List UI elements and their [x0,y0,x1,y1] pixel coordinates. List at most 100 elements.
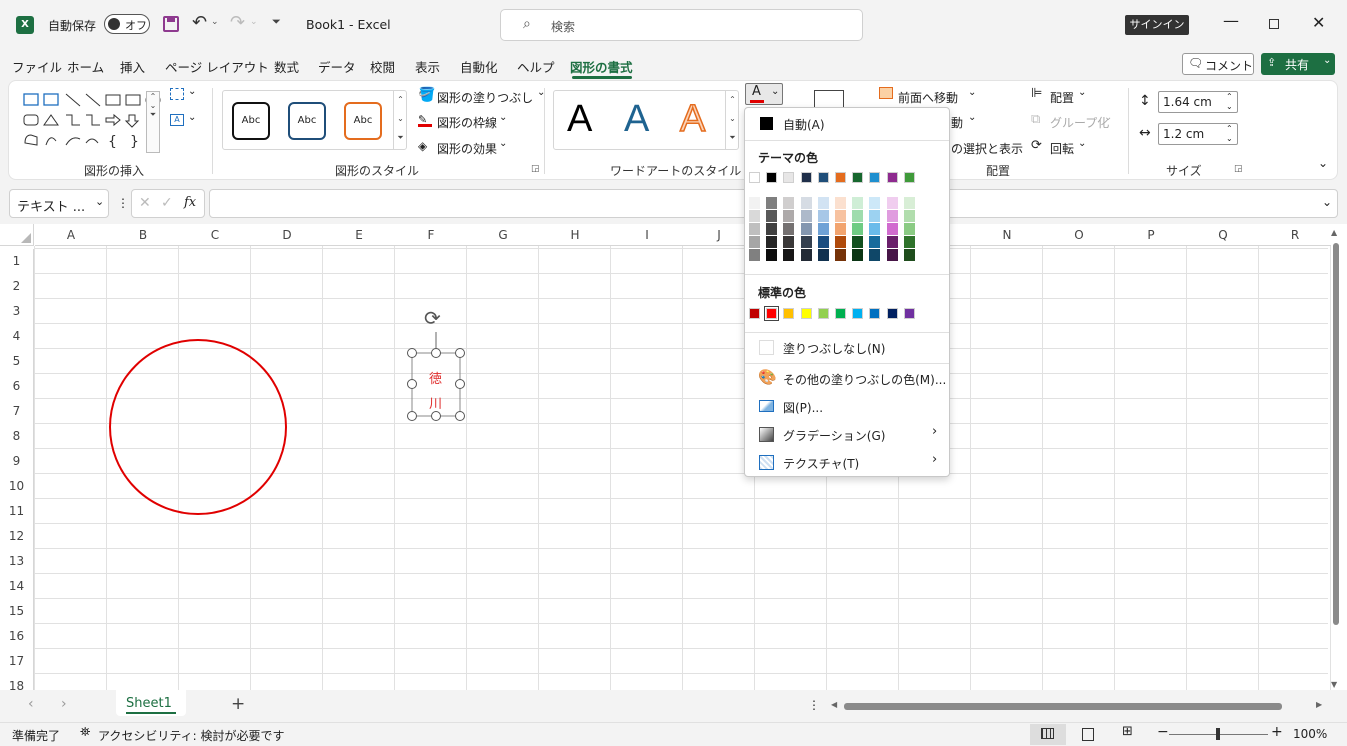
theme-shade-swatch[interactable] [852,210,864,222]
row-header-5[interactable]: 5 [0,349,34,374]
theme-shade-swatch[interactable] [817,249,829,261]
theme-shade-swatch[interactable] [852,236,864,248]
shape-fill-button[interactable]: 図形の塗りつぶし [437,89,533,106]
rotate-handle-icon[interactable]: ⟳ [424,306,441,330]
theme-color-swatch[interactable] [817,172,829,183]
minimize-icon[interactable]: — [1223,11,1239,30]
tab-insert[interactable]: 挿入 [120,57,145,76]
theme-shade-swatch[interactable] [749,249,760,261]
row-header-15[interactable]: 15 [0,599,34,624]
theme-shade-swatch[interactable] [835,223,846,235]
texture-item[interactable]: テクスチャ(T) [783,455,859,472]
theme-shade-swatch[interactable] [817,223,829,235]
row-header-8[interactable]: 8 [0,424,34,449]
standard-color-swatch[interactable] [800,308,812,319]
theme-shade-swatch[interactable] [903,223,915,235]
shape-style-1[interactable]: Abc [232,102,270,140]
scroll-up-icon[interactable]: ▲ [1331,228,1337,237]
undo-dropdown-icon[interactable]: ⌄ [211,17,219,27]
insert-function-icon[interactable]: fx [184,195,196,210]
column-header-R[interactable]: R [1259,224,1331,246]
theme-shade-swatch[interactable] [817,236,829,248]
shapes-gallery-scroll[interactable]: ⌃ ⌄ ⏷ [146,91,160,153]
theme-shade-swatch[interactable] [783,210,795,222]
size-launcher-icon[interactable]: ◲ [1234,164,1243,174]
signin-button[interactable]: サインイン [1125,15,1189,35]
row-header-3[interactable]: 3 [0,299,34,324]
name-box-dropdown-icon[interactable]: ⌄ [95,195,104,208]
theme-shade-swatch[interactable] [783,223,795,235]
zoom-slider-thumb[interactable] [1216,728,1220,740]
width-input[interactable]: 1.2 cm ⌃ ⌄ [1158,123,1238,145]
zoom-in-icon[interactable]: + [1271,724,1283,740]
column-header-D[interactable]: D [251,224,323,246]
standard-color-swatch[interactable] [749,308,760,319]
theme-shade-swatch[interactable] [749,210,760,222]
theme-shade-swatch[interactable] [800,223,812,235]
theme-color-swatch[interactable] [835,172,846,183]
hscroll-left-icon[interactable]: ◀ [831,700,837,709]
tab-formulas[interactable]: 数式 [274,57,299,76]
theme-shade-swatch[interactable] [800,249,812,261]
row-header-9[interactable]: 9 [0,449,34,474]
sheet-tab-sheet1[interactable]: Sheet1 [116,690,186,716]
edit-shape-dropdown-icon[interactable]: ⌄ [188,86,196,97]
theme-shade-swatch[interactable] [817,210,829,222]
text-fill-button[interactable]: A ⌄ [745,83,783,105]
send-backward-button[interactable]: 動 [951,114,963,131]
tab-data[interactable]: データ [318,57,356,76]
theme-shade-swatch[interactable] [766,223,778,235]
theme-color-swatch[interactable] [783,172,795,183]
row-header-17[interactable]: 17 [0,649,34,674]
zoom-out-icon[interactable]: − [1157,724,1169,740]
standard-color-swatch[interactable] [817,308,829,319]
comment-button[interactable]: 🗨 コメント [1182,53,1254,75]
close-icon[interactable]: ✕ [1312,13,1325,32]
theme-color-swatch[interactable] [886,172,898,183]
row-header-18[interactable]: 18 [0,674,34,690]
theme-shade-swatch[interactable] [766,249,778,261]
theme-shade-swatch[interactable] [783,249,795,261]
theme-shade-swatch[interactable] [800,236,812,248]
hscroll-right-icon[interactable]: ▶ [1316,700,1322,709]
shapes-gallery[interactable]: { } [22,91,162,153]
save-icon[interactable] [163,16,179,32]
standard-color-swatch[interactable] [835,308,846,319]
standard-color-swatch[interactable] [869,308,881,319]
column-header-G[interactable]: G [467,224,539,246]
standard-color-swatch[interactable] [903,308,915,319]
theme-shade-swatch[interactable] [852,197,864,209]
theme-shade-swatch[interactable] [766,197,778,209]
customize-qat-icon[interactable]: ⏷ [272,15,281,29]
align-dropdown-icon[interactable]: ⌄ [1078,87,1086,98]
theme-shade-swatch[interactable] [869,249,881,261]
theme-shade-swatch[interactable] [783,197,795,209]
theme-shade-swatch[interactable] [903,236,915,248]
theme-color-swatch[interactable] [869,172,881,183]
rotate-dropdown-icon[interactable]: ⌄ [1078,138,1086,149]
tab-page-layout[interactable]: ページ レイアウト [165,57,269,76]
text-box-icon[interactable]: A [170,114,184,126]
theme-shade-swatch[interactable] [852,249,864,261]
prev-sheet-icon[interactable]: ‹ [28,696,34,712]
theme-shade-swatch[interactable] [800,197,812,209]
theme-shade-swatch[interactable] [835,210,846,222]
column-header-O[interactable]: O [1043,224,1115,246]
shape-outline-button[interactable]: 図形の枠線 [437,114,497,131]
tab-review[interactable]: 校閲 [370,57,395,76]
theme-shade-swatch[interactable] [886,223,898,235]
edit-shape-icon[interactable] [170,88,184,100]
row-header-12[interactable]: 12 [0,524,34,549]
theme-shade-swatch[interactable] [886,210,898,222]
search-box[interactable]: ⌕ 検索 [500,9,863,41]
theme-color-swatch[interactable] [852,172,864,183]
row-header-6[interactable]: 6 [0,374,34,399]
page-break-view-icon[interactable]: ⊞ [1122,724,1133,739]
theme-shade-swatch[interactable] [903,197,915,209]
theme-shade-swatch[interactable] [903,210,915,222]
standard-color-swatch[interactable] [852,308,864,319]
formula-expand-icon[interactable]: ⌄ [1322,195,1332,209]
vertical-scrollbar-thumb[interactable] [1333,243,1339,625]
name-box[interactable]: テキスト ... ⌄ [9,189,109,218]
shape-styles-scroll[interactable]: ⌃ ⌄ ⏷ [393,90,407,150]
